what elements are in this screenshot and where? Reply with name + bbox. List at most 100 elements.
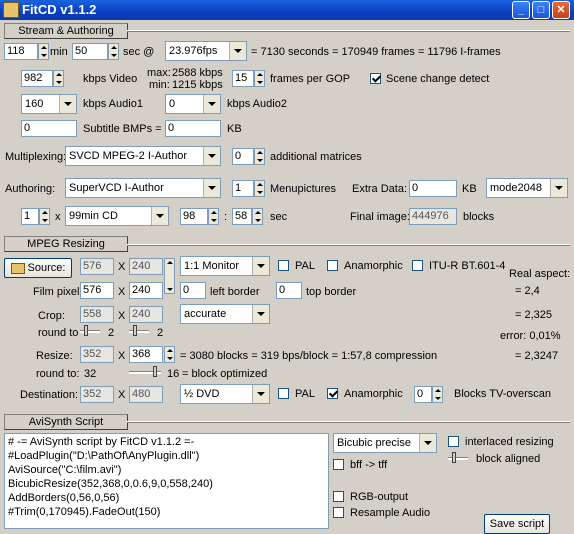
round-width-slider[interactable]	[80, 325, 100, 337]
x-label: X	[118, 350, 126, 362]
video-kbps-input[interactable]: 982	[21, 70, 53, 87]
matrices-input[interactable]: 0	[232, 148, 254, 165]
resize-height-input[interactable]: 368	[129, 346, 163, 363]
monitor-value: 1:1 Monitor	[184, 260, 240, 272]
minimize-button[interactable]: _	[512, 1, 530, 19]
crop-mode-select[interactable]: accurate	[180, 304, 270, 324]
destination-pal-label: PAL	[295, 388, 315, 400]
source-anamorphic-checkbox[interactable]	[327, 260, 338, 271]
source-pal-checkbox[interactable]	[278, 260, 289, 271]
destination-pal-checkbox[interactable]	[278, 388, 289, 399]
time-minutes-input[interactable]: 98	[180, 208, 208, 225]
min-bitrate-label: min:	[149, 79, 170, 91]
film-width-input[interactable]: 576	[80, 282, 114, 299]
minutes-input[interactable]: 118	[4, 43, 38, 60]
round-to-label: round to:	[36, 368, 80, 380]
multiplexing-select[interactable]: SVCD MPEG-2 I-Author	[65, 146, 221, 166]
itu-label: ITU-R BT.601-4	[429, 260, 506, 272]
stream-section-header: Stream & Authoring	[4, 23, 128, 39]
slider-thumb[interactable]	[452, 452, 456, 463]
audio2-select[interactable]: 0	[165, 94, 221, 114]
block-round-slider[interactable]	[129, 366, 161, 378]
kb-label: KB	[227, 123, 242, 135]
divider	[127, 421, 570, 423]
seconds-spinner[interactable]	[108, 43, 119, 60]
matrices-spinner[interactable]	[254, 148, 265, 165]
disc-type-select[interactable]: 99min CD	[65, 206, 169, 226]
multiplexing-label: Multiplexing:	[5, 151, 67, 163]
film-height-input[interactable]: 240	[129, 282, 163, 299]
source-spinner[interactable]	[164, 258, 175, 294]
save-script-button[interactable]: Save script	[484, 514, 550, 534]
time-minutes-spinner[interactable]	[208, 208, 219, 225]
resample-audio-checkbox[interactable]	[333, 507, 344, 518]
matrices-label: additional matrices	[270, 151, 362, 163]
authoring-value: SuperVCD I-Author	[69, 182, 164, 194]
script-line: AddBorders(0,56,0,56)	[8, 492, 120, 504]
time-seconds-spinner[interactable]	[252, 208, 263, 225]
slider-thumb[interactable]	[84, 325, 88, 336]
destination-label: Destination:	[20, 389, 79, 401]
fps-select[interactable]: 23.976fps	[165, 41, 247, 61]
crop-aspect-value: = 2,325	[515, 309, 553, 321]
folder-icon	[10, 262, 25, 274]
multiplexing-value: SVCD MPEG-2 I-Author	[69, 150, 187, 162]
maximize-button[interactable]: □	[532, 1, 550, 19]
gop-input[interactable]: 15	[232, 70, 254, 87]
script-line: #LoadPlugin("D:\PathOf\AnyPlugin.dll")	[8, 450, 200, 462]
x-label: X	[118, 389, 126, 401]
minutes-spinner[interactable]	[38, 43, 49, 60]
top-border-input[interactable]: 0	[276, 282, 302, 299]
menupictures-input[interactable]: 1	[232, 180, 254, 197]
monitor-select[interactable]: 1:1 Monitor	[180, 256, 270, 276]
destination-select[interactable]: ½ DVD	[180, 384, 270, 404]
min-label: min	[50, 46, 68, 58]
scene-detect-checkbox[interactable]	[370, 73, 381, 84]
x-label: X	[118, 261, 126, 273]
resize-method-select[interactable]: Bicubic precise	[333, 433, 437, 453]
interlaced-checkbox[interactable]	[448, 436, 459, 447]
bff-checkbox[interactable]	[333, 459, 344, 470]
close-button[interactable]: ✕	[552, 1, 570, 19]
rgb-output-checkbox[interactable]	[333, 491, 344, 502]
resize-height-spinner[interactable]	[164, 346, 175, 363]
extra-data-input[interactable]: 0	[409, 180, 457, 197]
slider-thumb[interactable]	[133, 325, 137, 336]
bff-label: bff -> tff	[350, 459, 388, 471]
sec-label: sec @	[123, 46, 155, 58]
left-border-input[interactable]: 0	[180, 282, 206, 299]
source-button[interactable]: Source:	[4, 258, 72, 278]
subtitle-kb-input[interactable]: 0	[165, 120, 221, 137]
disc-count-input[interactable]: 1	[21, 208, 39, 225]
overscan-input[interactable]: 0	[414, 386, 432, 403]
audio1-select[interactable]: 160	[21, 94, 77, 114]
itu-checkbox[interactable]	[412, 260, 423, 271]
script-editor[interactable]: # -= AviSynth script by FitCD v1.1.2 =- …	[4, 433, 329, 529]
resize-label: Resize:	[36, 350, 73, 362]
seconds-input[interactable]: 50	[72, 43, 108, 60]
blocks-label: blocks	[463, 211, 495, 223]
slider-thumb[interactable]	[153, 366, 157, 377]
script-line: AviSource("C:\film.avi")	[8, 464, 122, 476]
gop-spinner[interactable]	[254, 70, 265, 87]
round-height-value: 2	[157, 327, 164, 339]
block-optimized-label: = block optimized	[182, 368, 268, 380]
disc-count-spinner[interactable]	[39, 208, 50, 225]
time-seconds-input[interactable]: 58	[232, 208, 252, 225]
crop-label: Crop:	[38, 310, 65, 322]
video-kbps-spinner[interactable]	[53, 70, 64, 87]
scene-detect-label: Scene change detect	[386, 73, 490, 85]
round-height-slider[interactable]	[129, 325, 149, 337]
block-aligned-slider[interactable]	[448, 452, 468, 464]
authoring-select[interactable]: SuperVCD I-Author	[65, 178, 221, 198]
colon-label: :	[224, 211, 228, 223]
destination-anamorphic-checkbox[interactable]	[327, 388, 338, 399]
chevron-down-icon	[59, 95, 76, 113]
audio2-value: 0	[169, 98, 176, 110]
chevron-down-icon	[252, 385, 269, 403]
menupictures-spinner[interactable]	[254, 180, 265, 197]
subtitle-count-input[interactable]: 0	[21, 120, 77, 137]
crop-height: 240	[129, 306, 163, 323]
mode-select[interactable]: mode2048	[486, 178, 568, 198]
overscan-spinner[interactable]	[432, 386, 443, 403]
